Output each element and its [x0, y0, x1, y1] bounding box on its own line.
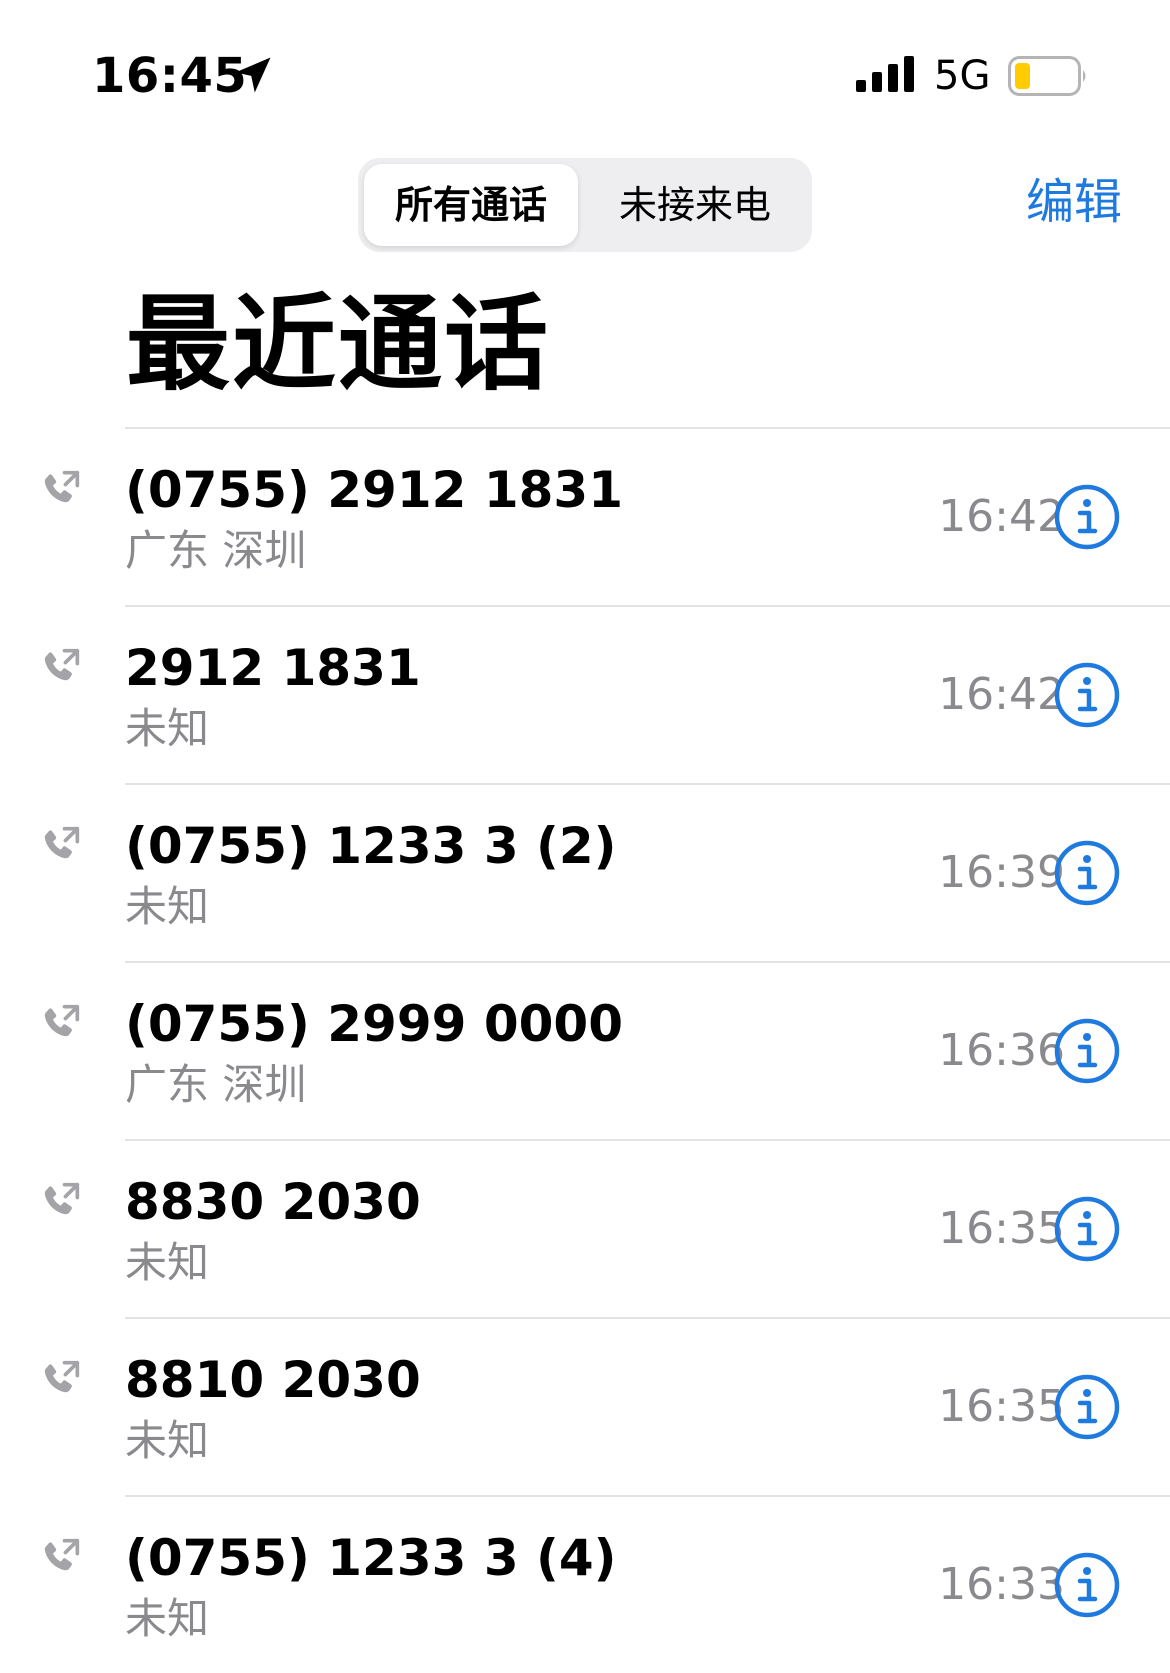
call-row[interactable]: (0755) 2912 1831 广东 深圳 16:42: [125, 427, 1170, 605]
call-location: 未知: [125, 1594, 210, 1643]
call-location: 未知: [125, 882, 210, 931]
call-number: (0755) 2999 0000: [125, 995, 623, 1053]
call-row[interactable]: (0755) 2999 0000 广东 深圳 16:36: [125, 961, 1170, 1139]
info-icon[interactable]: [1053, 1373, 1121, 1441]
outgoing-call-icon: [37, 1181, 81, 1225]
call-time: 16:36: [938, 1025, 1065, 1076]
call-number: (0755) 1233 3 (2): [125, 817, 617, 875]
call-row[interactable]: 2912 1831 未知 16:42: [125, 605, 1170, 783]
outgoing-call-icon: [37, 647, 81, 691]
info-icon[interactable]: [1053, 1551, 1121, 1619]
page-title: 最近通话: [126, 283, 551, 405]
recent-calls-list: (0755) 2912 1831 广东 深圳 16:42 2912 1831 未…: [0, 427, 1170, 1673]
outgoing-call-icon: [37, 825, 81, 869]
call-number: 8830 2030: [125, 1173, 421, 1231]
call-location: 未知: [125, 1416, 210, 1465]
status-time: 16:45: [92, 48, 248, 104]
call-location: 广东 深圳: [125, 1060, 307, 1109]
tab-missed-calls[interactable]: 未接来电: [584, 158, 806, 252]
call-location: 未知: [125, 1238, 210, 1287]
call-filter-segmented-control: 所有通话 未接来电: [358, 158, 812, 252]
info-icon[interactable]: [1053, 483, 1121, 551]
call-row[interactable]: (0755) 1233 3 (2) 未知 16:39: [125, 783, 1170, 961]
outgoing-call-icon: [37, 469, 81, 513]
call-number: 8810 2030: [125, 1351, 421, 1409]
call-row[interactable]: 8810 2030 未知 16:35: [125, 1317, 1170, 1495]
info-icon[interactable]: [1053, 661, 1121, 729]
call-location: 未知: [125, 704, 210, 753]
outgoing-call-icon: [37, 1537, 81, 1581]
info-icon[interactable]: [1053, 839, 1121, 907]
info-icon[interactable]: [1053, 1017, 1121, 1085]
call-time: 16:42: [938, 491, 1065, 542]
call-time: 16:35: [938, 1203, 1065, 1254]
info-icon[interactable]: [1053, 1195, 1121, 1263]
edit-button[interactable]: 编辑: [1010, 172, 1122, 232]
call-row[interactable]: 8830 2030 未知 16:35: [125, 1139, 1170, 1317]
call-time: 16:35: [938, 1381, 1065, 1432]
location-arrow-icon: [235, 57, 271, 93]
call-time: 16:42: [938, 669, 1065, 720]
call-location: 广东 深圳: [125, 526, 307, 575]
network-type: 5G: [934, 53, 991, 99]
cellular-signal-icon: [856, 56, 914, 92]
call-number: (0755) 2912 1831: [125, 461, 623, 519]
call-number: 2912 1831: [125, 639, 421, 697]
outgoing-call-icon: [37, 1359, 81, 1403]
battery-icon: [1008, 56, 1086, 96]
call-time: 16:33: [938, 1559, 1065, 1610]
outgoing-call-icon: [37, 1003, 81, 1047]
call-row[interactable]: (0755) 1233 3 (4) 未知 16:33: [125, 1495, 1170, 1673]
call-time: 16:39: [938, 847, 1065, 898]
tab-all-calls[interactable]: 所有通话: [364, 158, 578, 252]
call-number: (0755) 1233 3 (4): [125, 1529, 617, 1587]
